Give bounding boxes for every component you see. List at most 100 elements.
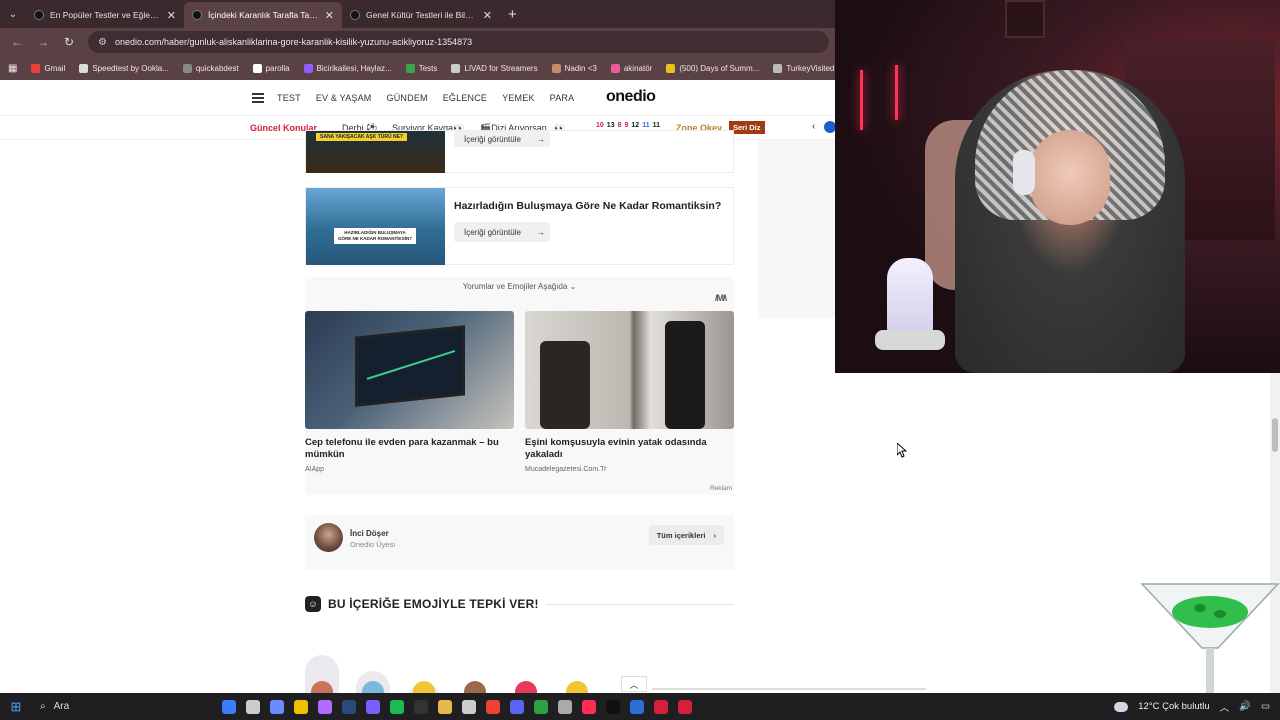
content-card[interactable]: HAZIRLADIĞIN BULUŞMAYA GÖRE NE KADAR ROM… — [305, 187, 734, 265]
bookmark-item[interactable]: Nadin <3 — [551, 63, 597, 73]
bookmark-item[interactable]: Tests — [405, 63, 438, 73]
taskbar-app-icon[interactable] — [438, 699, 452, 714]
bookmark-label: Tests — [418, 63, 438, 73]
bookmark-item[interactable]: (500) Days of Summ... — [666, 63, 760, 73]
card-thumbnail[interactable]: SANA YAKIŞACAK AŞK TÜRÜ NE? — [306, 131, 445, 173]
taskbar-app-icon[interactable] — [294, 699, 308, 714]
score-number: 11 — [642, 122, 650, 129]
tab-0[interactable]: En Popüler Testler ve Eğlenceli ✕ — [26, 2, 184, 28]
view-content-button[interactable]: İçeriği görüntüle → — [454, 222, 550, 242]
all-content-button[interactable]: Tüm içerikleri › — [648, 525, 724, 545]
author-avatar[interactable] — [314, 523, 343, 552]
hamburger-menu-icon[interactable] — [252, 93, 264, 103]
bookmark-label: akinatör — [623, 63, 653, 73]
reload-icon[interactable]: ↻ — [62, 35, 76, 49]
site-settings-icon[interactable]: ⚙ — [98, 37, 107, 48]
new-tab-button[interactable]: + — [508, 6, 517, 23]
taskbar-search[interactable]: ⌕ Ara — [32, 693, 162, 720]
taskbar-app-icon[interactable] — [222, 699, 236, 714]
view-content-button[interactable]: İçeriği görüntüle → — [454, 131, 550, 147]
nav-item[interactable]: EĞLENCE — [443, 93, 487, 103]
url-field[interactable]: ⚙ onedio.com/haber/gunluk-aliskanliklari… — [88, 31, 829, 53]
bookmark-item[interactable]: TurkeyVisited — [773, 63, 834, 73]
scroll-to-top-button[interactable]: ︿ — [621, 676, 647, 692]
card-title[interactable]: Hazırladığın Buluşmaya Göre Ne Kadar Rom… — [454, 200, 721, 212]
bookmark-item[interactable]: Gmail — [31, 63, 65, 73]
tab-1[interactable]: İçindeki Karanlık Tarafla Tanışm ✕ — [184, 2, 342, 28]
taskbar-app-icon[interactable] — [270, 699, 284, 714]
notifications-icon[interactable]: ▭ — [1261, 701, 1270, 712]
bookmark-item[interactable]: quickabdest — [182, 63, 239, 73]
back-arrow-icon[interactable]: ← — [10, 35, 24, 49]
taskbar-app-icon[interactable] — [654, 699, 668, 714]
tab-close-icon[interactable]: ✕ — [325, 9, 334, 22]
taskbar-app-icon[interactable] — [342, 699, 356, 714]
site-logo[interactable]: onedio — [606, 88, 656, 106]
ad-network-logo[interactable]: /M/\ — [715, 293, 727, 303]
bookmark-item[interactable]: Bicirikailesi, Haylaz... — [303, 63, 392, 73]
webcam-overlay — [835, 0, 1280, 373]
taskbar-app-icon[interactable] — [462, 699, 476, 714]
taskbar-app-icon[interactable] — [390, 699, 404, 714]
ad-title[interactable]: Eşini komşusuyla evinin yatak odasında y… — [525, 437, 734, 462]
comments-below-link[interactable]: Yorumlar ve Emojiler Aşağıda ⌄ — [305, 282, 734, 291]
taskbar-app-icon[interactable] — [678, 699, 692, 714]
ad-image[interactable] — [525, 311, 734, 429]
tab-close-icon[interactable]: ✕ — [167, 9, 176, 22]
emoji-reaction-icon[interactable] — [566, 681, 588, 693]
windows-start-icon[interactable]: ⊞ — [0, 699, 32, 715]
forward-arrow-icon[interactable]: → — [36, 35, 50, 49]
author-name[interactable]: İnci Döşer — [350, 529, 389, 538]
taskbar-app-icon[interactable] — [582, 699, 596, 714]
bookmark-label: (500) Days of Summ... — [679, 63, 760, 73]
mic-arm — [875, 330, 945, 350]
tab-search-chevron-icon[interactable]: ⌄ — [0, 0, 26, 28]
speaker-icon[interactable]: 🔊 — [1239, 701, 1251, 712]
taskbar-app-icon[interactable] — [630, 699, 644, 714]
weather-text[interactable]: 12°C Çok bulutlu — [1138, 701, 1209, 712]
content-card[interactable]: SANA YAKIŞACAK AŞK TÜRÜ NE? İçeriği görü… — [305, 130, 734, 173]
taskbar-app-icon[interactable] — [486, 699, 500, 714]
chevron-up-icon[interactable]: ︿ — [1220, 700, 1230, 714]
ad-source[interactable]: AIApp — [305, 466, 324, 473]
bookmark-item[interactable]: parolla — [252, 63, 290, 73]
bookmark-favicon-icon — [610, 63, 620, 73]
tab-close-icon[interactable]: ✕ — [483, 9, 492, 22]
taskbar-app-icon[interactable] — [606, 699, 620, 714]
nav-item[interactable]: GÜNDEM — [387, 93, 428, 103]
taskbar-app-icon[interactable] — [246, 699, 260, 714]
score-strip[interactable]: 10 13 8 9 12 11 11 — [596, 122, 660, 129]
scrollbar-thumb[interactable] — [1272, 418, 1278, 452]
apps-grid-icon[interactable]: ▦ — [8, 63, 17, 74]
bookmark-item[interactable]: akinatör — [610, 63, 653, 73]
emoji-reaction-icon[interactable] — [413, 681, 435, 693]
emoji-reaction-icon[interactable] — [515, 681, 537, 693]
ad-image[interactable] — [305, 311, 514, 429]
seri-diz-badge[interactable]: Seri Diz — [729, 121, 765, 134]
emoji-reaction-icon[interactable] — [464, 681, 486, 693]
mouse-cursor-icon — [897, 443, 907, 458]
sidebar-ad-slot — [758, 140, 835, 318]
taskbar-app-icon[interactable] — [414, 699, 428, 714]
bookmark-item[interactable]: LIVAD for Streamers — [451, 63, 538, 73]
chevron-left-icon[interactable]: ‹ — [812, 121, 815, 132]
ad-source[interactable]: Mucadelegazetesi.Com.Tr — [525, 466, 606, 473]
nav-item[interactable]: TEST — [277, 93, 301, 103]
weather-cloud-icon[interactable] — [1114, 701, 1129, 712]
ad-title[interactable]: Cep telefonu ile evden para kazanmak – b… — [305, 437, 514, 462]
score-number: 9 — [624, 122, 629, 129]
score-number: 10 — [596, 122, 604, 129]
taskbar-app-icon[interactable] — [558, 699, 572, 714]
taskbar-app-icon[interactable] — [318, 699, 332, 714]
taskbar-app-icon[interactable] — [534, 699, 548, 714]
taskbar-app-icon[interactable] — [510, 699, 524, 714]
nav-item[interactable]: PARA — [550, 93, 575, 103]
bookmarks-bar: ▦ Gmail Speedtest by Ookla... quickabdes… — [0, 56, 835, 80]
card-thumbnail[interactable]: HAZIRLADIĞIN BULUŞMAYA GÖRE NE KADAR ROM… — [306, 188, 445, 265]
tab-2[interactable]: Genel Kültür Testleri ile Bilgini ✕ — [342, 2, 500, 28]
url-text: onedio.com/haber/gunluk-aliskanliklarina… — [114, 37, 473, 47]
bookmark-item[interactable]: Speedtest by Ookla... — [79, 63, 169, 73]
nav-item[interactable]: YEMEK — [502, 93, 535, 103]
taskbar-app-icon[interactable] — [366, 699, 380, 714]
nav-item[interactable]: EV & YAŞAM — [316, 93, 372, 103]
